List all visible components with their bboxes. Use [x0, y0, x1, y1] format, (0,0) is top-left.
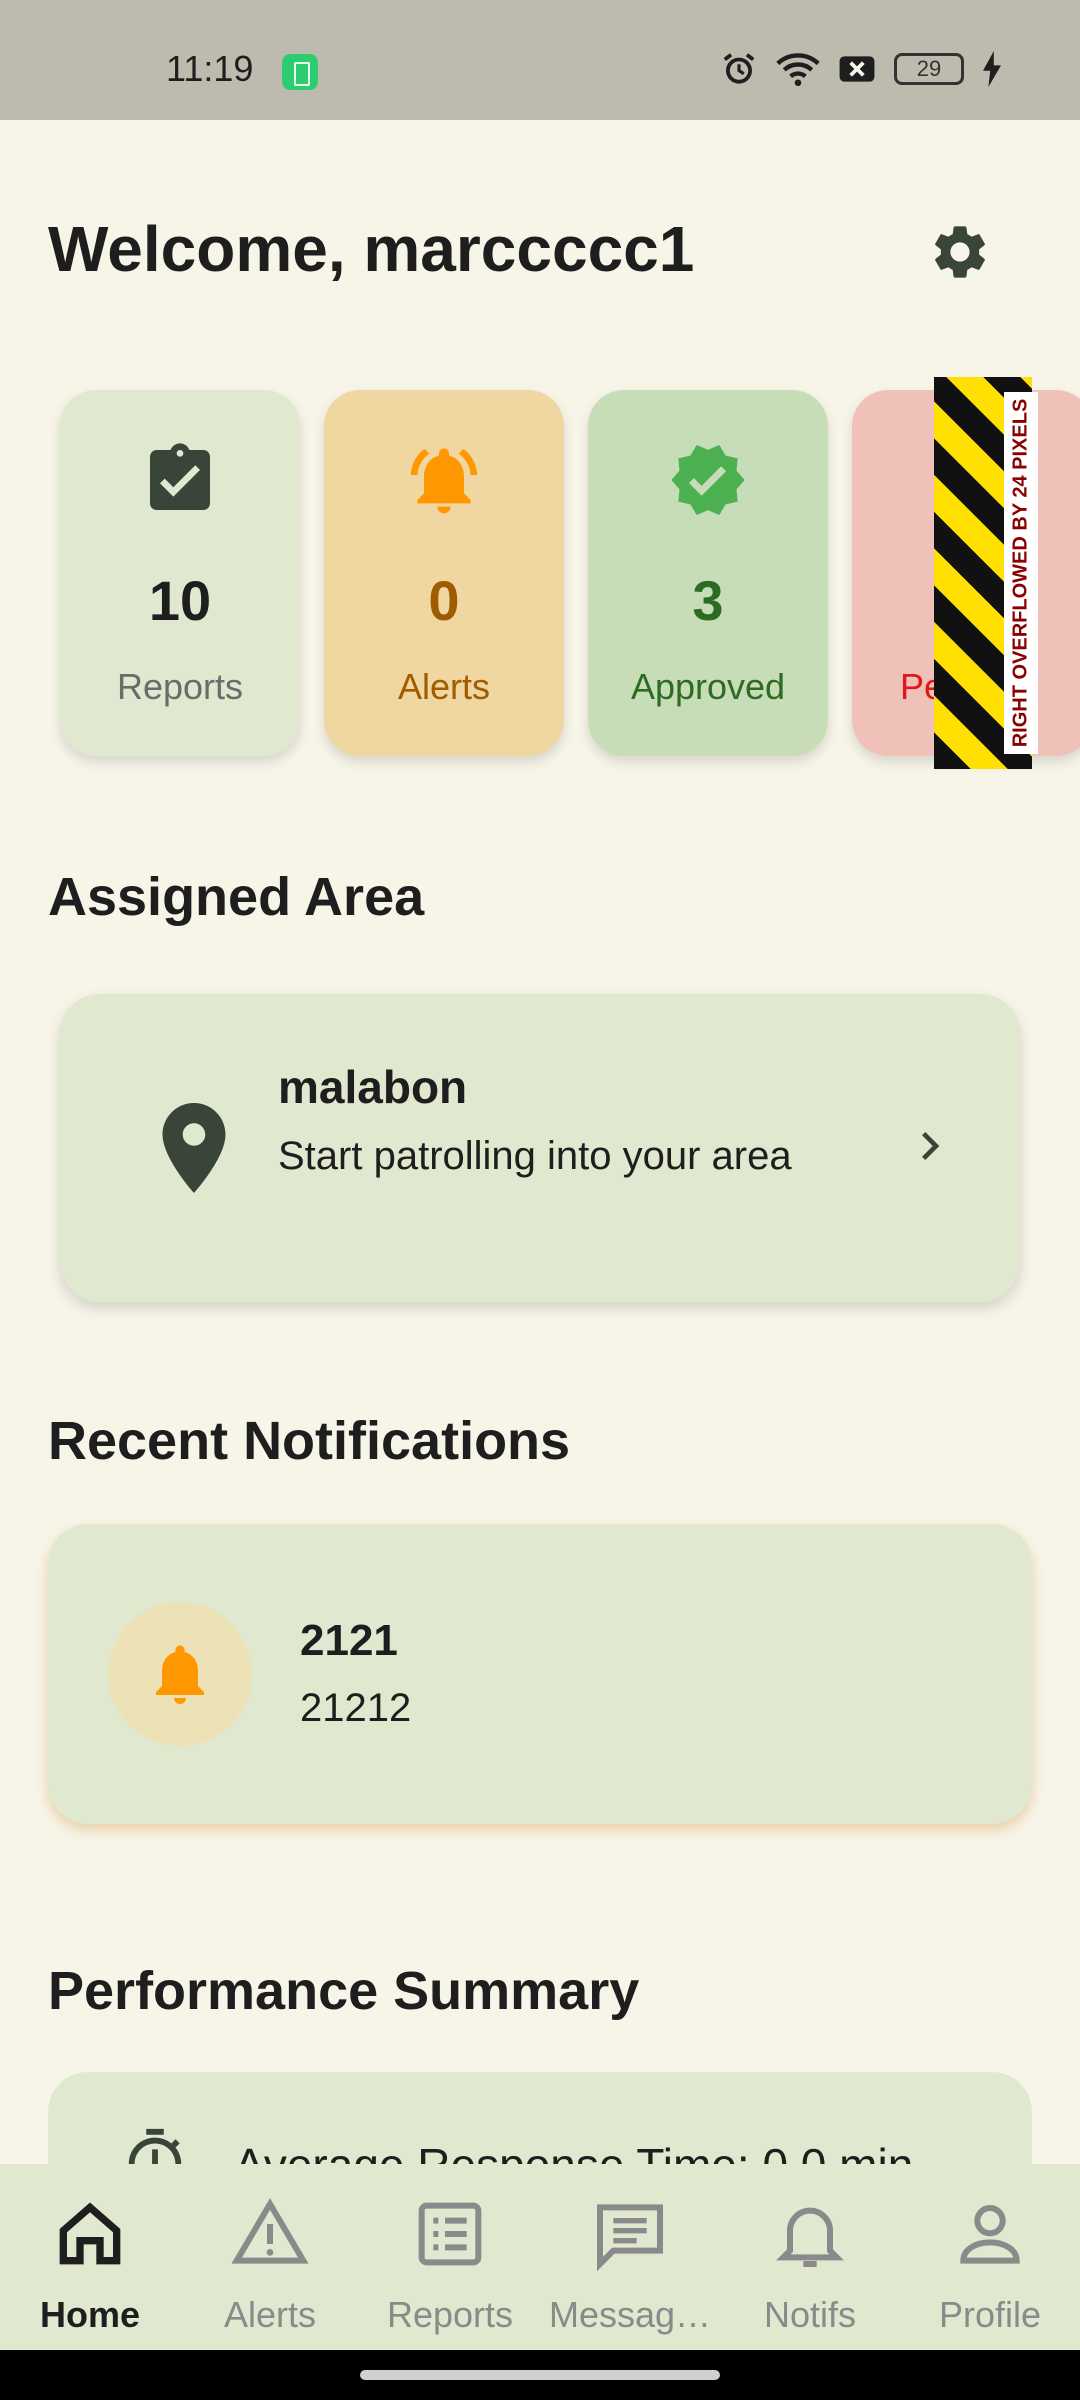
assigned-area-title: Assigned Area	[48, 867, 425, 927]
stat-card-approved[interactable]: 3 Approved	[588, 390, 828, 756]
notification-card[interactable]: 2121 21212	[48, 1524, 1032, 1824]
stat-value-approved: 3	[692, 569, 724, 632]
bell-ringing-icon	[410, 448, 478, 514]
battery-saver-icon	[282, 54, 318, 90]
stat-label-alerts: Alerts	[397, 666, 491, 707]
chevron-right-icon	[922, 1132, 940, 1160]
warning-triangle-icon	[231, 2198, 309, 2264]
notification-body: 21212	[300, 1686, 412, 1730]
nav-label-profile: Profile	[938, 2294, 1042, 2335]
nav-label-messages: Messag…	[548, 2294, 712, 2335]
bell-icon	[156, 1645, 204, 1704]
no-sim-icon	[839, 56, 875, 82]
list-icon	[418, 2202, 482, 2266]
nav-item-notifs[interactable]: Notifs	[720, 2164, 900, 2350]
area-name: malabon	[278, 1061, 468, 1113]
bottom-navigation: Home Alerts Reports Messag… Notifs Profi…	[0, 2164, 1080, 2350]
stat-value-reports: 10	[148, 569, 212, 632]
nav-item-messages[interactable]: Messag…	[540, 2164, 720, 2350]
overflow-warning-text: RIGHT OVERFLOWED BY 24 PIXELS	[1009, 398, 1032, 748]
nav-item-reports[interactable]: Reports	[360, 2164, 540, 2350]
charging-bolt-icon	[983, 51, 1001, 87]
overflow-warning-label: RIGHT OVERFLOWED BY 24 PIXELS	[1004, 392, 1038, 754]
notification-title: 2121	[300, 1616, 398, 1665]
status-time: 11:19	[166, 48, 254, 89]
stat-card-reports[interactable]: 10 Reports	[60, 390, 300, 756]
nav-label-notifs: Notifs	[763, 2294, 857, 2335]
nav-item-alerts[interactable]: Alerts	[180, 2164, 360, 2350]
nav-item-home[interactable]: Home	[0, 2164, 180, 2350]
status-bar: 11:19 29	[0, 0, 1080, 120]
person-icon	[960, 2204, 1020, 2264]
nav-label-reports: Reports	[386, 2294, 514, 2335]
gesture-navigation-bar	[0, 2350, 1080, 2400]
battery-level: 29	[916, 56, 942, 81]
recent-notifications-title: Recent Notifications	[48, 1411, 571, 1471]
home-gesture-handle[interactable]	[360, 2370, 720, 2380]
stat-value-alerts: 0	[428, 569, 460, 632]
message-icon	[597, 2204, 663, 2272]
battery-icon: 29	[894, 53, 964, 85]
clipboard-check-icon	[150, 443, 210, 510]
stats-row: 10 Reports 0 Alerts 3 Approved 7 Pending	[0, 376, 1080, 776]
page-title: Welcome, marccccc1	[48, 213, 695, 285]
notification-avatar	[108, 1602, 252, 1746]
bell-icon	[776, 2207, 844, 2267]
location-pin-icon	[162, 1103, 226, 1193]
performance-summary-title: Performance Summary	[48, 1961, 640, 2021]
nav-label-home: Home	[39, 2294, 141, 2335]
alarm-icon	[723, 53, 755, 84]
wifi-icon	[776, 53, 820, 87]
verified-badge-icon	[671, 445, 745, 515]
settings-gear-icon[interactable]	[928, 220, 992, 284]
stat-card-alerts[interactable]: 0 Alerts	[324, 390, 564, 756]
nav-item-profile[interactable]: Profile	[900, 2164, 1080, 2350]
status-icons: 29	[720, 50, 1002, 88]
nav-label-alerts: Alerts	[223, 2294, 317, 2335]
assigned-area-card[interactable]: malabon Start patrolling into your area	[60, 994, 1020, 1302]
home-icon	[59, 2202, 121, 2265]
area-subtitle: Start patrolling into your area	[278, 1134, 792, 1178]
stat-label-reports: Reports	[116, 666, 244, 707]
stat-label-approved: Approved	[630, 666, 786, 707]
